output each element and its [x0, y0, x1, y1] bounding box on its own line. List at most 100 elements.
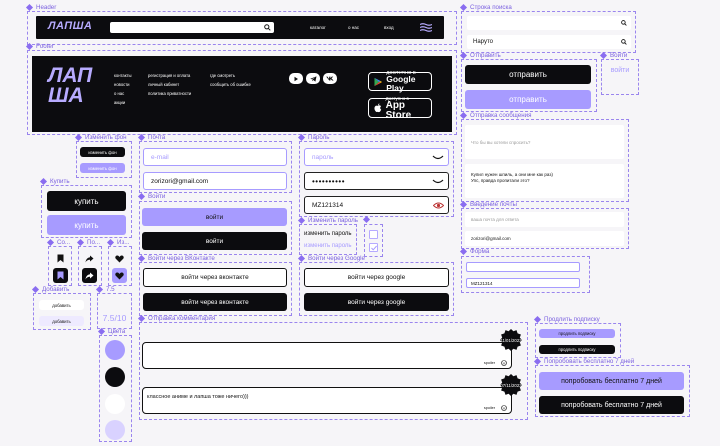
app-store-button[interactable]: Доступно в App Store [368, 96, 432, 121]
header-bar: ЛАПША каталог о нас вход [36, 16, 444, 39]
email-entry-input-filled[interactable]: zorizori@gmail.com [465, 231, 624, 246]
footer-link[interactable]: где смотреть [210, 71, 251, 80]
add-button-light[interactable]: добавить [39, 316, 84, 326]
send-button-black[interactable]: отправить [465, 65, 591, 84]
search-icon[interactable] [264, 24, 271, 31]
email-input-filled[interactable]: zorizori@gmail.com [143, 172, 287, 190]
share-filled-button[interactable] [82, 268, 97, 283]
send-button-purple[interactable]: отправить [465, 90, 591, 109]
google-login-button-black[interactable]: войти через google [304, 293, 449, 311]
login-text-button[interactable]: войти [604, 63, 636, 78]
try-free-button-purple[interactable]: попробовать бесплатно 7 дней [539, 372, 684, 390]
message-text: Купил нужен шпиль, а они мне как раз) Уп… [471, 172, 553, 184]
footer-link[interactable]: политика приватности [148, 89, 191, 98]
frame-label-search: Строка поиска [459, 3, 512, 12]
footer-bar: ЛАП ША контакты новости о нас акции реги… [32, 56, 452, 132]
share-outline-button[interactable] [84, 253, 95, 264]
heart-icon [115, 254, 124, 262]
footer-link[interactable]: новости [114, 80, 132, 89]
google-play-button[interactable]: ДОСТУПНО В Google Play [368, 70, 432, 93]
spoiler-label[interactable]: spoiler [484, 361, 495, 365]
telegram-icon[interactable] [306, 73, 320, 84]
add-button-white[interactable]: добавить [39, 300, 84, 310]
message-input-filled[interactable]: Купил нужен шпиль, а они мне как раз) Уп… [465, 164, 624, 198]
frame-label-form: Форма [459, 247, 489, 256]
app-store-big: App Store [385, 99, 412, 121]
search-icon[interactable] [621, 20, 627, 26]
buy-button-black[interactable]: купить [47, 191, 126, 211]
change-password-link[interactable]: изменить пароль [304, 231, 352, 237]
try-free-button-black[interactable]: попробовать бесплатно 7 дней [539, 396, 684, 414]
youtube-icon[interactable] [289, 73, 303, 84]
frame-label-vk: Войти через ВКонтакте [137, 254, 215, 263]
footer-logo[interactable]: ЛАП ША [48, 65, 92, 106]
heart-outline-button[interactable] [114, 253, 125, 264]
footer-link[interactable]: регистрация и оплата [148, 71, 191, 80]
nav-about[interactable]: о нас [348, 25, 359, 30]
message-line-2: Упс, правда пропитали это? [471, 178, 530, 183]
frame-label-change-bg: Изменить фон [74, 133, 127, 142]
frame-label-email: Почта [137, 133, 165, 142]
password-input-empty[interactable]: пароль [304, 148, 449, 166]
frame-label-login-small: Войти [599, 51, 627, 60]
checkbox-unchecked[interactable] [369, 230, 378, 239]
vk-icon[interactable] [323, 73, 337, 84]
message-placeholder: Что бы вы хотели спросить? [471, 140, 531, 145]
eye-closed-icon[interactable] [432, 155, 444, 160]
frame-label-save: Со... [46, 238, 70, 247]
rating-frame [97, 293, 132, 329]
menu-wave-icon[interactable] [420, 23, 432, 32]
nav-catalog[interactable]: каталог [310, 25, 326, 30]
extend-sub-button-black[interactable]: продлить подписку [539, 345, 615, 354]
smile-icon[interactable] [501, 405, 507, 411]
search-icon[interactable] [621, 39, 627, 45]
change-bg-button-black[interactable]: изменить фон [80, 147, 125, 157]
bookmark-outline-button[interactable] [55, 253, 66, 264]
form-input-empty[interactable] [466, 262, 580, 272]
nav-login[interactable]: вход [384, 25, 394, 30]
eye-closed-icon[interactable] [432, 179, 444, 184]
form-input-filled[interactable]: MZ121314 [466, 278, 580, 288]
change-password-link-hover[interactable]: изменить пароль [304, 243, 352, 249]
vk-login-button-black[interactable]: войти через вконтакте [143, 293, 287, 311]
spoiler-label[interactable]: spoiler [484, 406, 495, 410]
login-button-black[interactable]: войти [142, 232, 287, 250]
footer-link[interactable]: о нас [114, 89, 132, 98]
email-input-empty[interactable]: e-mail [143, 148, 287, 166]
google-login-button-outline[interactable]: войти через google [304, 268, 449, 287]
login-button-purple[interactable]: войти [142, 208, 287, 226]
password-input-visible[interactable]: MZ121314 [304, 196, 449, 214]
bookmark-filled-button[interactable] [53, 268, 68, 283]
search-input-filled[interactable]: Наруто [467, 35, 631, 49]
color-swatch-lavender [105, 420, 125, 440]
apple-icon [374, 103, 382, 113]
footer-link[interactable]: сообщить об ошибке [210, 80, 251, 89]
footer-col-1: контакты новости о нас акции [114, 71, 132, 107]
footer-link[interactable]: личный кабинет [148, 80, 191, 89]
comment-input-filled[interactable]: классное аниме и лапша тоже ничего))) sp… [142, 387, 512, 414]
form-value: MZ121314 [471, 280, 493, 286]
frame-label-footer: Footer [25, 42, 54, 51]
change-bg-button-purple[interactable]: изменить фон [80, 163, 125, 173]
password-masked-value: •••••••••• [312, 176, 346, 186]
header-search-input[interactable] [110, 22, 274, 33]
password-input-masked[interactable]: •••••••••• [304, 172, 449, 190]
change-password-frame [299, 224, 357, 255]
buy-button-purple[interactable]: купить [47, 215, 126, 235]
vk-login-button-outline[interactable]: войти через вконтакте [143, 268, 287, 287]
heart-filled-button[interactable] [112, 268, 127, 283]
frame-label-checkboxes [362, 215, 373, 224]
comment-input-empty[interactable]: spoiler [142, 342, 512, 369]
google-play-big: Google Play [386, 74, 416, 93]
email-entry-input-empty[interactable]: ваша почта для ответа [465, 212, 624, 227]
header-logo[interactable]: ЛАПША [48, 20, 92, 32]
footer-link[interactable]: контакты [114, 71, 132, 80]
search-input-empty[interactable] [467, 16, 631, 30]
extend-sub-button-purple[interactable]: продлить подписку [539, 329, 615, 338]
checkbox-checked[interactable] [369, 243, 378, 252]
color-swatch-purple [105, 340, 125, 360]
eye-open-icon[interactable] [433, 202, 444, 209]
smile-icon[interactable] [501, 360, 507, 366]
footer-link[interactable]: акции [114, 98, 132, 107]
message-input-empty[interactable]: Что бы вы хотели спросить? [465, 125, 624, 159]
